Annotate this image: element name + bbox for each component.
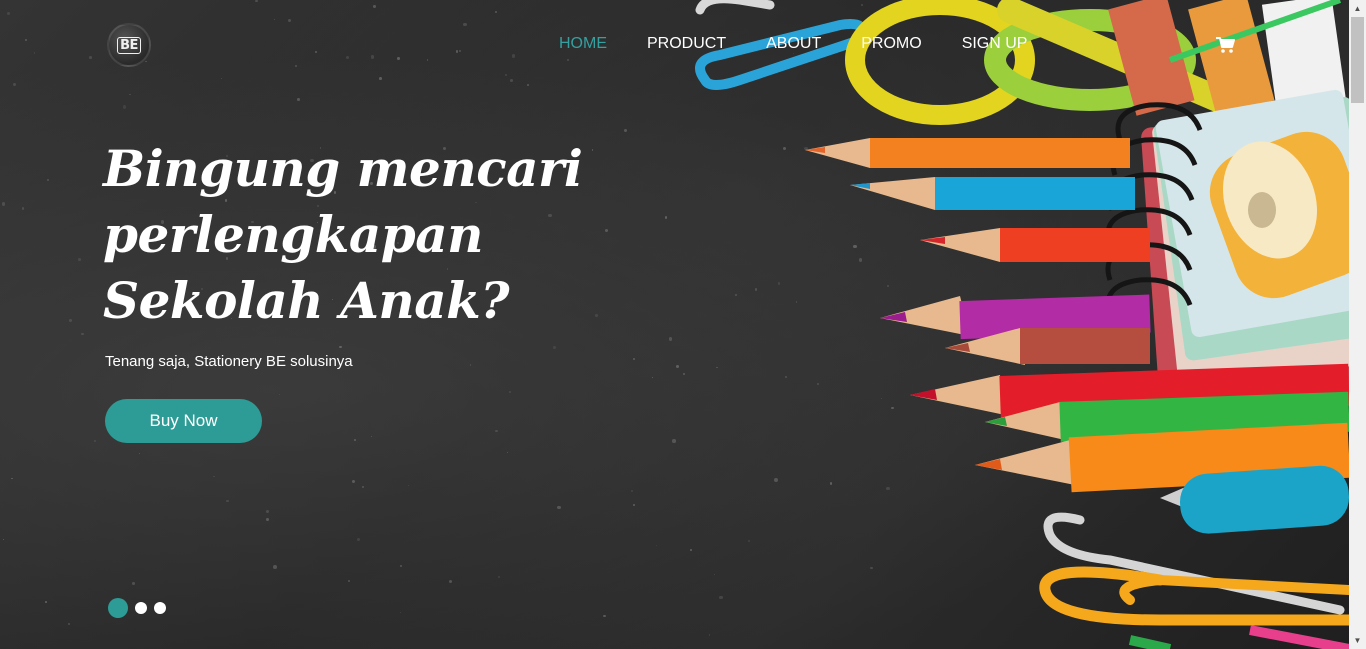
buy-now-button[interactable]: Buy Now xyxy=(105,399,262,443)
vertical-scrollbar[interactable]: ▲ ▼ xyxy=(1349,0,1366,649)
logo-text: BE xyxy=(117,36,141,54)
carousel-dot-3[interactable] xyxy=(154,602,166,614)
hero-headline: Bingung mencari perlengkapan Sekolah Ana… xyxy=(103,139,583,330)
brand-logo[interactable]: BE xyxy=(107,23,151,67)
carousel-dot-2[interactable] xyxy=(135,602,147,614)
nav-link-home[interactable]: HOME xyxy=(559,34,607,54)
scroll-down-arrow-icon[interactable]: ▼ xyxy=(1349,632,1366,649)
nav-link-about[interactable]: ABOUT xyxy=(766,34,821,54)
carousel-indicators xyxy=(108,598,173,618)
scroll-up-arrow-icon[interactable]: ▲ xyxy=(1349,0,1366,17)
nav-link-sign-up[interactable]: SIGN UP xyxy=(962,34,1028,54)
main-nav: HOME PRODUCT ABOUT PROMO SIGN UP xyxy=(559,34,1067,54)
nav-link-promo[interactable]: PROMO xyxy=(861,34,921,54)
hero-subtitle: Tenang saja, Stationery BE solusinya xyxy=(105,353,353,370)
cart-icon[interactable] xyxy=(1216,36,1236,54)
carousel-dot-1[interactable] xyxy=(108,598,128,618)
scroll-thumb[interactable] xyxy=(1351,17,1364,103)
nav-link-product[interactable]: PRODUCT xyxy=(647,34,726,54)
